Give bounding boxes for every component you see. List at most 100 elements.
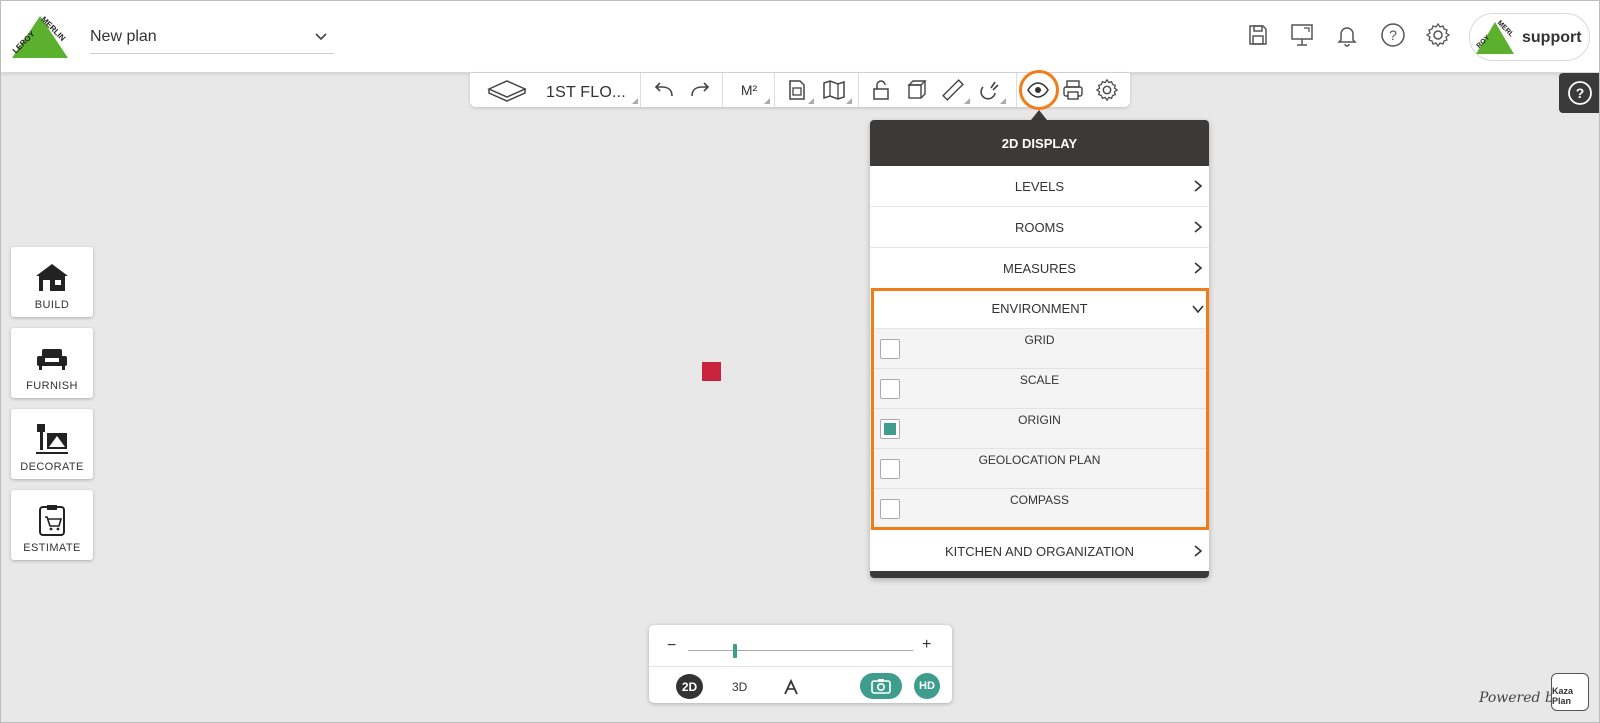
decorate-tool[interactable]: DECORATE [11, 409, 93, 479]
floor-label: 1ST FLO... [546, 84, 626, 101]
presentation-button[interactable] [1287, 20, 1317, 50]
zoom-slider-handle[interactable] [733, 644, 738, 658]
environment-row[interactable]: ENVIRONMENT [870, 289, 1209, 329]
house-icon [36, 264, 68, 291]
panel-footer-bar [870, 571, 1209, 578]
powered-by-text: Powered by [1479, 690, 1562, 706]
kitchen-row[interactable]: KITCHEN AND ORGANIZATION [870, 529, 1209, 574]
toolbar-divider [774, 73, 775, 107]
chevron-right-icon [1194, 545, 1203, 557]
print-button[interactable] [1058, 75, 1088, 105]
settings-button[interactable] [1423, 20, 1453, 50]
furnish-tool[interactable]: FURNISH [11, 328, 93, 398]
zoom-divider [649, 666, 952, 667]
panel-pointer [1031, 110, 1047, 120]
help-icon: ? [1567, 81, 1592, 105]
document-button[interactable] [782, 75, 814, 105]
lock-button[interactable] [866, 75, 896, 105]
display-button-highlight [1019, 70, 1059, 110]
account-menu[interactable]: ROY MERL support [1469, 13, 1590, 61]
avatar: ROY MERL [1473, 15, 1517, 59]
row-label: KITCHEN AND ORGANIZATION [945, 544, 1134, 559]
dropdown-corner-indicator [1000, 98, 1006, 104]
option-label: SCALE [1019, 373, 1060, 387]
toolbar-divider [1016, 73, 1017, 107]
bell-icon [1337, 27, 1357, 47]
floor-selector[interactable]: 1ST FLO... [476, 75, 638, 105]
undo-icon [654, 82, 673, 97]
camera-icon [871, 679, 891, 694]
display-panel: 2D DISPLAY LEVELS ROOMS MEASURES ENVIRON… [870, 120, 1209, 578]
dropdown-corner-indicator [808, 98, 814, 104]
redo-button[interactable] [684, 75, 716, 105]
camera-button[interactable] [860, 673, 902, 699]
rooms-row[interactable]: ROOMS [870, 207, 1209, 248]
save-button[interactable] [1243, 20, 1273, 50]
help-icon: ? [1381, 23, 1405, 47]
zoom-out-button[interactable]: − [667, 637, 676, 655]
chevron-down-icon [315, 33, 327, 41]
dropdown-corner-indicator [846, 98, 852, 104]
floor-icon [487, 80, 527, 102]
top-bar: LEROY MERLIN New plan ? ROY MERL support [0, 0, 1600, 73]
environment-option-scale: SCALE [870, 369, 1209, 409]
row-label: MEASURES [1003, 260, 1076, 276]
estimate-tool[interactable]: ESTIMATE [11, 490, 93, 560]
option-label: COMPASS [1009, 493, 1070, 507]
zoom-panel: − + 2D 3D HD [649, 625, 952, 703]
toolbar-divider [722, 73, 723, 107]
kazaplan-logo: Kaza Plan [1551, 673, 1589, 711]
print-icon [1063, 80, 1083, 100]
gear-icon [1095, 78, 1119, 102]
magnet-icon [980, 81, 999, 100]
levels-row[interactable]: LEVELS [870, 166, 1209, 207]
environment-option-compass: COMPASS [870, 489, 1209, 529]
account-name: support [1522, 29, 1582, 46]
2d-mode-button[interactable]: 2D [676, 674, 703, 699]
help-button[interactable]: ? [1378, 20, 1408, 50]
3d-mode-button[interactable]: 3D [732, 680, 747, 694]
toolbar-settings-button[interactable] [1092, 75, 1122, 105]
row-label: LEVELS [1014, 178, 1065, 194]
units-label: M² [740, 82, 758, 98]
undo-button[interactable] [648, 75, 680, 105]
zoom-in-button[interactable]: + [922, 636, 931, 654]
build-tool[interactable]: BUILD [11, 247, 93, 317]
origin-marker [702, 362, 721, 381]
gear-icon [1425, 22, 1451, 48]
notifications-button[interactable] [1332, 20, 1362, 50]
units-button[interactable]: M² [730, 75, 770, 105]
toolbar-divider [858, 73, 859, 107]
measure-button[interactable] [938, 75, 970, 105]
plan-name-select[interactable]: New plan [90, 20, 334, 54]
zoom-slider-track[interactable] [688, 650, 913, 651]
redo-icon [691, 82, 710, 97]
hd-render-button[interactable]: HD [914, 673, 940, 699]
dropdown-corner-indicator [764, 98, 770, 104]
leroy-merlin-logo[interactable]: LEROY MERLIN [10, 14, 70, 60]
save-icon [1249, 25, 1267, 45]
ruler-icon [942, 79, 964, 101]
tool-label: BUILD [34, 299, 70, 311]
chevron-right-icon [1194, 180, 1203, 192]
map-button[interactable] [818, 75, 852, 105]
navigation-icon[interactable] [782, 678, 800, 696]
option-label: GRID [1024, 333, 1055, 347]
panel-title: 2D DISPLAY [870, 120, 1209, 166]
environment-option-origin: ORIGIN [870, 409, 1209, 449]
3d-view-button[interactable] [902, 75, 932, 105]
help-side-tab[interactable]: ? [1559, 73, 1600, 113]
measures-row[interactable]: MEASURES [870, 248, 1209, 289]
chevron-right-icon [1194, 221, 1203, 233]
svg-text:?: ? [1389, 27, 1397, 43]
chevron-right-icon [1194, 262, 1203, 274]
magnet-button[interactable] [974, 75, 1006, 105]
unlock-icon [873, 80, 889, 100]
sofa-icon [37, 349, 67, 370]
window-frame [0, 0, 1600, 723]
cube-icon [907, 80, 927, 99]
presentation-icon [1291, 24, 1313, 46]
row-label: ENVIRONMENT [991, 301, 1088, 316]
option-label: ORIGIN [1018, 413, 1061, 427]
row-label: ROOMS [1014, 219, 1065, 235]
